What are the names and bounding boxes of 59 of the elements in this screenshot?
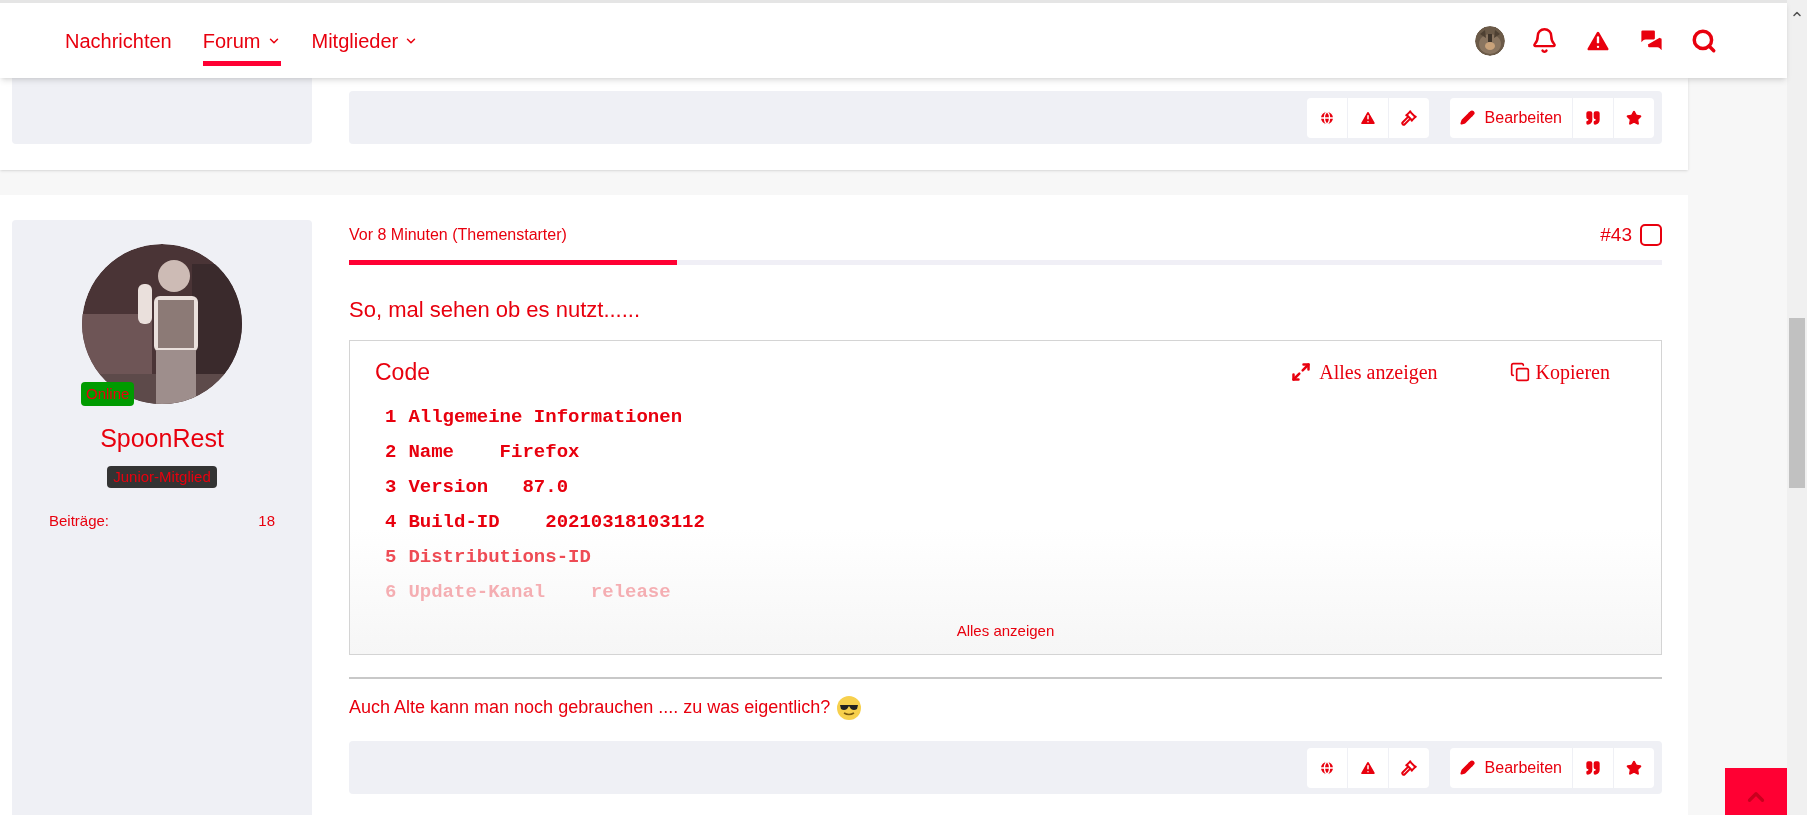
- report-button[interactable]: [1347, 97, 1388, 138]
- quote-button[interactable]: [1573, 97, 1613, 138]
- sunglasses-smiley-icon: [836, 694, 863, 721]
- edit-button[interactable]: Bearbeiten: [1449, 97, 1572, 138]
- copy-code-button[interactable]: Kopieren: [1509, 357, 1610, 388]
- search-icon[interactable]: [1691, 27, 1717, 54]
- report-button[interactable]: [1347, 747, 1388, 788]
- stat-label: Beiträge:: [49, 510, 110, 531]
- show-all-button[interactable]: Alles anzeigen: [956, 619, 1055, 642]
- stat-value: 18: [258, 510, 275, 531]
- post-checkbox[interactable]: [1640, 224, 1662, 246]
- code-line: Version 87.0: [408, 474, 569, 500]
- star-icon: [1626, 759, 1642, 776]
- moderate-button[interactable]: [1388, 747, 1429, 788]
- line-number: 1: [385, 404, 397, 430]
- gavel-icon: [1400, 109, 1417, 126]
- quote-button[interactable]: [1573, 747, 1613, 788]
- post-time: Vor 8 Minuten (Themenstarter): [349, 225, 567, 245]
- expand-arrows-icon: [1291, 362, 1312, 383]
- line-number: 2: [385, 439, 397, 465]
- rank-badge: Junior-Mitglied: [107, 465, 217, 488]
- code-title: Code: [375, 358, 430, 387]
- online-badge: Online: [81, 382, 135, 406]
- code-line: Build-ID 20210318103112: [408, 509, 705, 535]
- scrollbar-thumb[interactable]: [1789, 318, 1805, 488]
- code-line: Name Firefox: [408, 439, 580, 465]
- star-icon: [1626, 109, 1642, 126]
- moderate-button[interactable]: [1388, 97, 1429, 138]
- line-number: 5: [385, 544, 397, 570]
- globe-icon: [1318, 109, 1335, 126]
- pencil-icon: [1459, 760, 1475, 775]
- line-number: 4: [385, 509, 397, 535]
- code-line: Update-Kanal release: [408, 579, 671, 605]
- signature-text: Auch Alte kann man noch gebrauchen .... zu was eigentlich?: [349, 696, 831, 719]
- globe-button[interactable]: [1306, 97, 1347, 138]
- edit-button[interactable]: Bearbeiten: [1449, 747, 1572, 788]
- code-line: Distributions-ID: [408, 544, 591, 570]
- expand-code-button[interactable]: Alles anzeigen: [1291, 357, 1438, 388]
- gavel-icon: [1400, 759, 1417, 776]
- user-avatar[interactable]: [1475, 25, 1505, 56]
- post-number[interactable]: #43: [1600, 220, 1632, 250]
- globe-icon: [1318, 759, 1335, 776]
- nav-tab[interactable]: Mitglieder: [311, 3, 419, 78]
- scrollbar[interactable]: [1787, 0, 1807, 815]
- bookmark-button[interactable]: [1614, 747, 1654, 788]
- pencil-icon: [1459, 110, 1475, 125]
- quote-icon: [1585, 759, 1601, 776]
- post-message: So, mal sehen ob es nutzt......: [349, 296, 642, 324]
- line-number: 6: [385, 579, 397, 605]
- globe-button[interactable]: [1306, 747, 1347, 788]
- line-number: 3: [385, 474, 397, 500]
- bell-icon[interactable]: [1531, 27, 1558, 54]
- nav-tab[interactable]: Forum: [202, 3, 281, 78]
- bookmark-button[interactable]: [1614, 97, 1654, 138]
- author-name[interactable]: SpoonRest: [100, 420, 224, 458]
- copy-icon: [1509, 362, 1530, 383]
- quote-icon: [1585, 109, 1601, 126]
- nav-tab[interactable]: Nachrichten: [65, 3, 172, 78]
- code-line: Allgemeine Informationen: [408, 404, 683, 430]
